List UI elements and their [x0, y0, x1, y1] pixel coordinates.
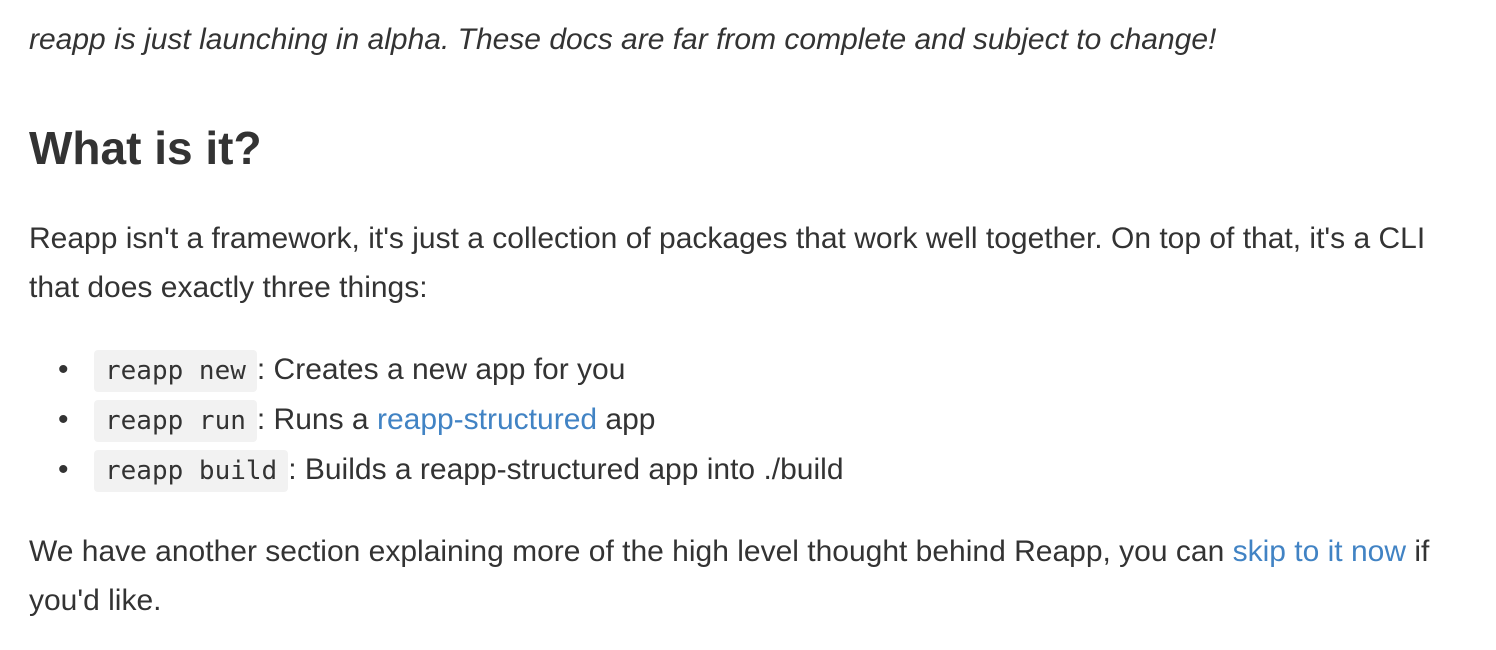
command-desc-run: : Runs a — [256, 403, 377, 436]
command-list: • reapp new: Creates a new app for you • r… — [29, 345, 844, 495]
command-desc-build: : Builds a reapp-structured app into ./b… — [288, 453, 844, 486]
bullet-icon: • — [58, 353, 69, 386]
intro-paragraph: Reapp isn't a framework, it's just a col… — [29, 222, 1426, 304]
command-code-new: reapp new — [94, 350, 257, 392]
bullet-icon: • — [58, 403, 69, 436]
bullet-icon: • — [58, 453, 69, 486]
command-item-run: • reapp run: Runs a reapp-structured app — [29, 395, 844, 445]
command-item-build: • reapp build: Builds a reapp-structured … — [29, 445, 844, 495]
command-code-build: reapp build — [94, 450, 289, 492]
section-heading: What is it? — [29, 122, 262, 174]
outro-text: We have another section explaining more … — [29, 535, 1233, 568]
command-code-run: reapp run — [94, 400, 257, 442]
outro-paragraph: We have another section explaining more … — [29, 527, 1474, 625]
alpha-notice: reapp is just launching in alpha. These … — [29, 23, 1217, 56]
command-item-new: • reapp new: Creates a new app for you — [29, 345, 844, 395]
skip-to-it-link[interactable]: skip to it now — [1233, 535, 1406, 568]
command-desc-new: : Creates a new app for you — [256, 353, 626, 386]
command-desc-run-suffix: app — [597, 403, 656, 436]
reapp-structured-link[interactable]: reapp-structured — [377, 403, 597, 436]
